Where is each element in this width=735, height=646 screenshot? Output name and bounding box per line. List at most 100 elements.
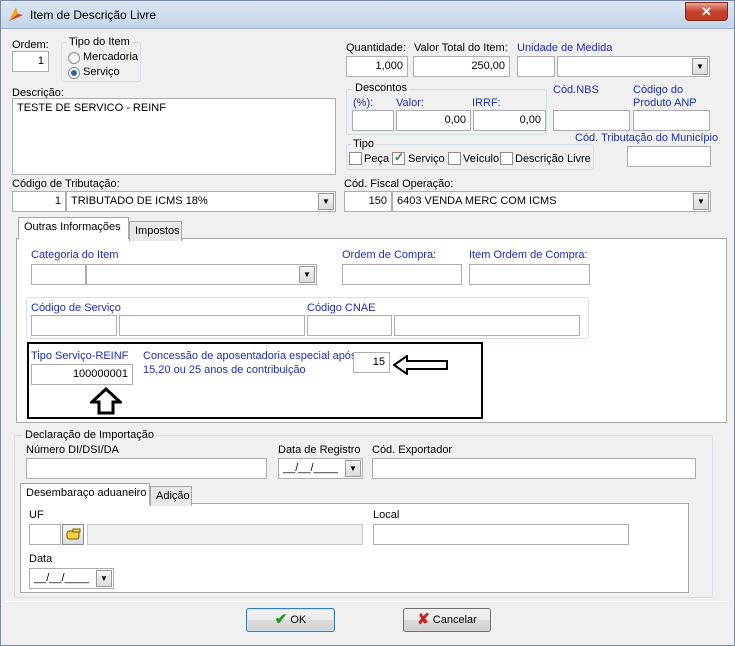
chevron-down-icon[interactable]: ▼ xyxy=(318,193,334,210)
codigo-servico-code-input[interactable] xyxy=(31,315,117,336)
codigo-cnae-label: Código CNAE xyxy=(307,302,376,314)
numero-di-label: Número DI/DSI/DA xyxy=(26,444,119,456)
desconto-valor-label: Valor: xyxy=(396,97,424,109)
radio-mercadoria-label: Mercadoria xyxy=(83,51,139,63)
radio-mercadoria[interactable] xyxy=(68,52,80,64)
tab-adicao[interactable]: Adição xyxy=(150,486,192,506)
cod-fiscal-label: Cód. Fiscal Operação: xyxy=(344,178,454,190)
uf-description-input xyxy=(87,524,363,545)
descricao-textarea[interactable]: TESTE DE SERVICO - REINF xyxy=(12,98,336,175)
unidade-medida-code-input[interactable] xyxy=(517,56,555,77)
chevron-down-icon[interactable]: ▼ xyxy=(692,58,708,75)
cod-nbs-label: Cód.NBS xyxy=(553,84,599,96)
data-registro-label: Data de Registro xyxy=(278,444,361,456)
tab-outras-informacoes[interactable]: Outras Informações xyxy=(18,217,129,239)
checkbox-servico-label: Serviço xyxy=(408,153,445,165)
cod-trib-municipio-input[interactable] xyxy=(627,146,711,167)
categoria-item-select[interactable]: ▼ xyxy=(86,264,317,285)
arrow-up-icon xyxy=(90,387,122,415)
checkbox-veiculo-label: Veículo xyxy=(463,153,500,165)
ordem-compra-input[interactable] xyxy=(342,264,462,285)
local-input[interactable] xyxy=(373,524,629,545)
data-registro-picker[interactable]: __/__/____ ▼ xyxy=(278,458,363,479)
data-label: Data xyxy=(29,553,53,565)
tipo-servico-reinf-label: Tipo Serviço-REINF xyxy=(31,350,129,362)
codigo-tributacao-select[interactable]: TRIBUTADO DE ICMS 18% ▼ xyxy=(66,191,336,212)
codigo-tributacao-label: Código de Tributação: xyxy=(12,178,120,190)
checkbox-descricao-livre[interactable] xyxy=(500,152,513,165)
categoria-item-label: Categoria do Item xyxy=(31,249,119,261)
close-icon: ✘ xyxy=(417,611,430,629)
tab-impostos[interactable]: Impostos xyxy=(129,221,182,241)
cancel-button[interactable]: ✘ Cancelar xyxy=(403,608,491,632)
concessao-label-2: 15,20 ou 25 anos de contribuição xyxy=(143,364,306,376)
cod-fiscal-value: 6403 VENDA MERC COM ICMS xyxy=(397,195,557,207)
data-picker[interactable]: __/__/____ ▼ xyxy=(29,568,114,589)
ok-button[interactable]: ✔ OK xyxy=(246,608,335,632)
chevron-down-icon[interactable]: ▼ xyxy=(299,266,315,283)
codigo-cnae-code-input[interactable] xyxy=(307,315,392,336)
checkbox-servico[interactable] xyxy=(392,150,405,165)
unidade-medida-select[interactable]: ▼ xyxy=(557,56,710,77)
checkbox-veiculo[interactable] xyxy=(448,152,461,165)
ordem-compra-label: Ordem de Compra: xyxy=(342,249,437,261)
title-bar: Item de Descrição Livre ✕ xyxy=(1,1,734,29)
chevron-down-icon[interactable]: ▼ xyxy=(96,570,112,587)
categoria-item-code-input[interactable] xyxy=(31,264,86,285)
data-registro-value: __/__/____ xyxy=(283,462,339,474)
arrow-left-icon xyxy=(393,355,448,375)
codigo-cnae-input[interactable] xyxy=(394,315,580,336)
cod-exportador-label: Cód. Exportador xyxy=(372,444,453,456)
dialog-window: Item de Descrição Livre ✕ Ordem: 1 Tipo … xyxy=(0,0,735,646)
window-title: Item de Descrição Livre xyxy=(30,8,157,22)
cod-fiscal-select[interactable]: 6403 VENDA MERC COM ICMS ▼ xyxy=(392,191,711,212)
desconto-irrf-label: IRRF: xyxy=(472,97,501,109)
unidade-medida-label: Unidade de Medida xyxy=(517,42,613,54)
concessao-input[interactable]: 15 xyxy=(353,352,390,373)
ordem-input[interactable]: 1 xyxy=(12,51,49,72)
checkbox-peca[interactable] xyxy=(349,152,362,165)
codigo-servico-label: Código de Serviço xyxy=(31,302,121,314)
codigo-tributacao-code-input[interactable]: 1 xyxy=(12,191,66,212)
close-button[interactable]: ✕ xyxy=(685,2,728,21)
desembaraco-panel xyxy=(20,503,689,593)
ok-button-label: OK xyxy=(290,614,307,626)
cod-exportador-input[interactable] xyxy=(372,458,696,479)
item-ordem-compra-input[interactable] xyxy=(469,264,590,285)
importacao-legend: Declaração de Importação xyxy=(23,429,157,441)
cancel-button-label: Cancelar xyxy=(432,614,477,626)
desconto-irrf-input[interactable]: 0,00 xyxy=(473,110,546,131)
valor-total-input[interactable]: 250,00 xyxy=(413,56,510,77)
cod-anp-input[interactable] xyxy=(633,110,710,131)
cod-anp-label-1: Código do xyxy=(633,84,684,96)
radio-servico[interactable] xyxy=(68,67,80,79)
uf-input[interactable] xyxy=(29,524,61,545)
local-label: Local xyxy=(373,509,400,521)
valor-total-label: Valor Total do Item: xyxy=(414,42,508,54)
uf-label: UF xyxy=(29,509,44,521)
data-value: __/__/____ xyxy=(34,572,90,584)
tipo-servico-reinf-input[interactable]: 100000001 xyxy=(31,364,133,385)
checkbox-peca-label: Peça xyxy=(364,153,390,165)
desconto-pct-label: (%): xyxy=(353,97,374,109)
uf-lookup-button[interactable] xyxy=(62,524,84,545)
tab-desembaraco[interactable]: Desembaraço aduaneiro xyxy=(20,483,150,505)
cod-nbs-input[interactable] xyxy=(553,110,630,131)
cod-anp-label-2: Produto ANP xyxy=(633,97,697,109)
descontos-legend: Descontos xyxy=(353,82,409,94)
cod-trib-municipio-label: Cód. Tributação do Município xyxy=(575,132,719,144)
desconto-pct-input[interactable] xyxy=(352,110,394,131)
chevron-down-icon[interactable]: ▼ xyxy=(345,460,361,477)
quantidade-input[interactable]: 1,000 xyxy=(346,56,408,77)
app-logo-icon xyxy=(9,7,23,21)
codigo-servico-input[interactable] xyxy=(119,315,305,336)
footer-separator xyxy=(6,601,729,602)
numero-di-input[interactable] xyxy=(26,458,267,479)
tipo-legend: Tipo xyxy=(351,138,376,150)
cod-fiscal-code-input[interactable]: 150 xyxy=(344,191,392,212)
concessao-label-1: Concessão de aposentadoria especial após xyxy=(143,350,357,362)
chevron-down-icon[interactable]: ▼ xyxy=(693,193,709,210)
desconto-valor-input[interactable]: 0,00 xyxy=(396,110,471,131)
quantidade-label: Quantidade: xyxy=(346,42,406,54)
checkbox-descricao-livre-label: Descrição Livre xyxy=(515,153,591,165)
